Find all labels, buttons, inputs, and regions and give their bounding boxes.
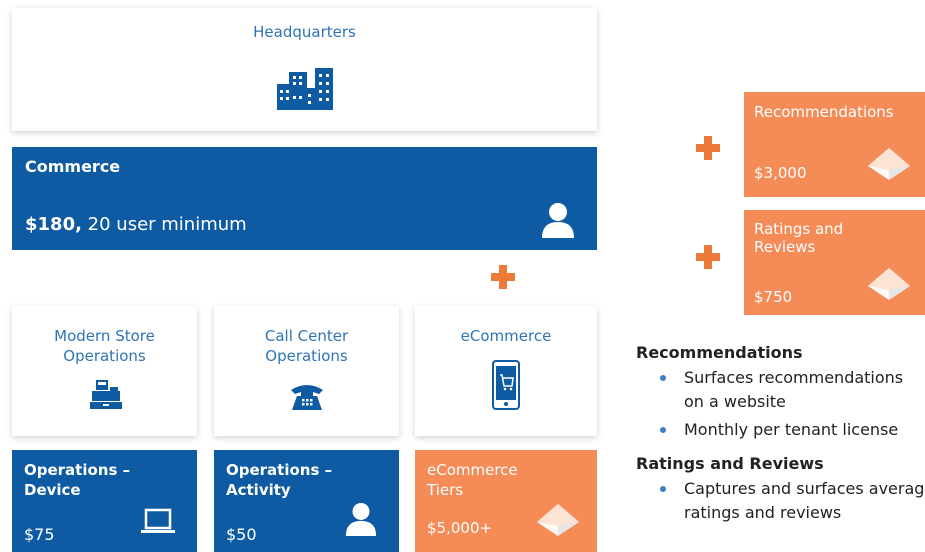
addon-price: $3,000 xyxy=(754,164,807,182)
bullet-text: Monthly per tenant license xyxy=(684,420,899,439)
headquarters-card: Headquarters xyxy=(12,8,597,131)
ratings-list: Captures and surfaces average ratings an… xyxy=(636,477,925,525)
channel-card-ecommerce: eCommerce xyxy=(415,306,597,436)
license-title: Operations – Device xyxy=(24,461,131,499)
addon-title: Recommendations xyxy=(754,103,894,121)
plus-icon xyxy=(696,136,720,160)
diamond-icon xyxy=(537,504,579,536)
commerce-price: $180, xyxy=(25,214,82,235)
commerce-price-line: $180, 20 user minimum xyxy=(25,214,247,235)
mobile-cart-icon xyxy=(492,360,520,410)
license-tile-activity: Operations – Activity $50 xyxy=(214,450,399,552)
license-price: $5,000+ xyxy=(427,519,493,537)
ratings-heading: Ratings and Reviews xyxy=(636,454,824,473)
addon-price: $750 xyxy=(754,288,793,306)
headquarters-title: Headquarters xyxy=(253,23,356,41)
channel-title: Modern Store Operations xyxy=(54,327,155,365)
commerce-note: 20 user minimum xyxy=(81,214,247,235)
license-tile-device: Operations – Device $75 xyxy=(12,450,197,552)
recommendations-list: Surfaces recommendations on a website Mo… xyxy=(636,366,925,442)
diamond-icon xyxy=(868,148,910,180)
details-panel: Recommendations Surfaces recommendations… xyxy=(636,343,925,552)
channel-title: Call Center Operations xyxy=(264,327,349,365)
plus-icon xyxy=(696,245,720,269)
commerce-title: Commerce xyxy=(25,157,121,176)
buildings-icon xyxy=(277,68,333,110)
list-item: Surfaces recommendations on a website xyxy=(636,366,914,414)
diamond-icon xyxy=(868,268,910,300)
bullet-text: Captures and surfaces average ratings an… xyxy=(684,479,925,522)
laptop-icon xyxy=(141,508,175,533)
plus-icon xyxy=(491,265,515,289)
list-item: Captures and surfaces average ratings an… xyxy=(636,477,925,525)
addon-tile-recommendations: Recommendations $3,000 xyxy=(744,92,925,197)
telephone-icon xyxy=(291,385,323,410)
commerce-bar: Commerce $180, 20 user minimum xyxy=(12,147,597,250)
addon-tile-ratings: Ratings and Reviews $750 xyxy=(744,210,925,315)
license-tile-ecommerce: eCommerce Tiers $5,000+ xyxy=(415,450,597,552)
user-icon xyxy=(542,203,574,238)
channel-card-callcenter: Call Center Operations xyxy=(214,306,399,436)
user-icon xyxy=(345,502,377,536)
license-title: Operations – Activity xyxy=(226,461,333,499)
license-title: eCommerce Tiers xyxy=(427,461,518,499)
recommendations-heading: Recommendations xyxy=(636,343,803,362)
license-price: $75 xyxy=(24,525,55,544)
addon-title: Ratings and Reviews xyxy=(754,220,844,256)
list-item: Monthly per tenant license xyxy=(636,418,925,442)
bullet-text: Surfaces recommendations on a website xyxy=(684,368,904,411)
license-price: $50 xyxy=(226,525,257,544)
channel-card-store: Modern Store Operations xyxy=(12,306,197,436)
cash-register-icon xyxy=(90,380,122,409)
channel-title: eCommerce xyxy=(460,327,552,345)
